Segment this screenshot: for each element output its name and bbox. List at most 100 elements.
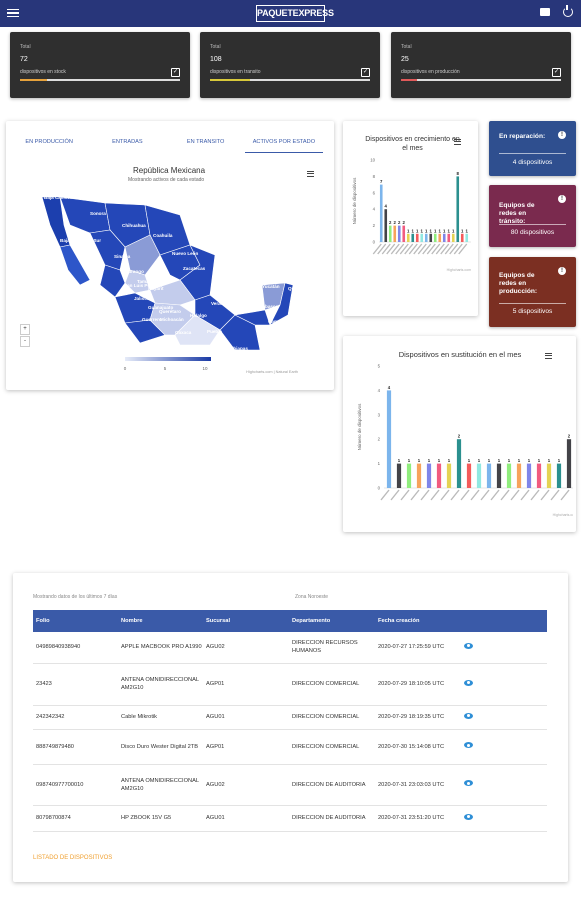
devices-list-link[interactable]: LISTADO DE DISPOSITIVOS	[33, 855, 112, 861]
bar-data-label: 1	[418, 458, 421, 463]
column-header[interactable]: Departamento	[289, 610, 375, 632]
x-tick-label	[426, 243, 436, 255]
mexico-map[interactable]: Baja California Sonora Chihuahua Coahuila Ba…	[30, 185, 300, 375]
bar-data-label: 2	[389, 220, 392, 225]
bar-data-label: 1	[448, 458, 451, 463]
x-tick-label	[386, 243, 396, 255]
table-cell: 2020-07-31 23:03:03 UTC	[375, 764, 461, 806]
chart-bar	[396, 463, 402, 488]
map-state-label: Hidalgo	[190, 313, 207, 318]
map-state-label: Baja California Sur	[60, 238, 101, 243]
column-header[interactable]: Sucursal	[203, 610, 289, 632]
x-tick-label	[520, 489, 530, 501]
map-state-label: Sinaloa	[114, 254, 131, 259]
chart-growth: Número de dispositivos0246810742 2 2 21 1 1 1 1…	[352, 158, 471, 273]
table-cell: ANTENA OMNIDIRECCIONAL AM2G10	[118, 764, 203, 806]
bar-data-label: 8	[457, 171, 460, 176]
zoom-in-button[interactable]: +	[20, 324, 30, 335]
bar-data-label: 1	[468, 458, 471, 463]
map-legend-label: 0	[124, 366, 127, 371]
chart-substitution-title: Dispositivos en sustitución en el mes	[398, 350, 522, 359]
chart-bar	[424, 233, 428, 242]
chart-bar	[546, 463, 552, 488]
table-row[interactable]: 242342342 Cable Mikrotik AGU01 DIRECCION CO…	[33, 705, 547, 730]
chart-bar	[526, 463, 532, 488]
bar-data-label: 4	[388, 385, 391, 390]
zone-label: Zona Noroeste	[295, 594, 329, 600]
map-title: República Mexicana	[133, 166, 206, 175]
tab-entradas[interactable]: ENTRADAS	[88, 135, 166, 153]
chart-bar	[516, 463, 522, 488]
table-row[interactable]: 04989840938940 APPLE MACBOOK PRO A1990 AGU…	[33, 632, 547, 664]
stat-card: Total 25 dispositivos en producción ✓	[391, 32, 571, 98]
x-tick-label	[413, 243, 423, 255]
x-tick-label	[490, 489, 500, 501]
bar-data-label: 1	[508, 458, 511, 463]
column-header[interactable]: Folio	[33, 610, 118, 632]
menu-icon[interactable]	[7, 7, 19, 19]
view-eye-icon[interactable]	[464, 642, 473, 649]
chart-bar	[386, 390, 392, 488]
column-header[interactable]: Fecha creación	[375, 610, 461, 632]
map-state-label: Veracruz	[211, 301, 231, 306]
table-cell: HP ZBOOK 15V G5	[118, 805, 203, 832]
chart-bar	[436, 463, 442, 488]
chart-growth-menu-icon[interactable]	[454, 138, 461, 146]
table-cell: 242342342	[33, 705, 118, 730]
zoom-out-button[interactable]: -	[20, 336, 30, 347]
tab-en-produccion[interactable]: EN PRODUCCIÓN	[10, 135, 88, 153]
chart-bar	[456, 439, 462, 488]
stat-value: 25	[401, 56, 409, 63]
x-tick-label	[450, 489, 460, 501]
divider	[499, 303, 566, 304]
table-row[interactable]: 098740977700010 ANTENA OMNIDIRECCIONAL AM…	[33, 764, 547, 806]
chart-substitution-menu-icon[interactable]	[545, 352, 552, 360]
table-cell: DIRECCION COMERCIAL	[289, 663, 375, 706]
view-eye-icon[interactable]	[464, 813, 473, 820]
table-cell: AGP01	[203, 663, 289, 706]
x-tick-label	[410, 489, 420, 501]
table-cell: 80798700874	[33, 805, 118, 832]
chart-bar	[426, 463, 432, 488]
chart-bar	[506, 463, 512, 488]
table-cell: ANTENA OMNIDIRECCIONAL AM2G10	[118, 663, 203, 706]
tab-activos-por-estado[interactable]: ACTIVOS POR ESTADO	[244, 135, 323, 153]
x-tick-label	[444, 243, 454, 255]
stat-progress	[401, 79, 561, 81]
x-tick-label	[400, 489, 410, 501]
x-tick-label	[435, 243, 445, 255]
map-legend-bar	[125, 357, 211, 361]
stat-value: 72	[20, 56, 28, 63]
bar-data-label: 1	[428, 458, 431, 463]
map-menu-icon[interactable]	[307, 170, 314, 178]
map-state-label: Guerrero	[142, 317, 162, 322]
table-cell: DIRECCION RECURSOS HUMANOS	[289, 632, 375, 664]
info-card-title: Equipos de redes en tránsito:	[499, 202, 535, 225]
mail-icon[interactable]	[540, 8, 550, 16]
chart-credit: Highcharts.com	[447, 268, 471, 272]
view-eye-icon[interactable]	[464, 780, 473, 786]
bar-data-label: 2	[403, 220, 406, 225]
table-row[interactable]: 80798700874 HP ZBOOK 15V G5 AGU01 DIRECCION…	[33, 805, 547, 832]
view-eye-icon[interactable]	[464, 742, 473, 748]
x-tick-label	[390, 489, 400, 501]
map-state-label: Chiapas	[230, 346, 248, 351]
view-eye-icon[interactable]	[464, 679, 473, 686]
chart-bar	[451, 233, 455, 242]
tab-en-transito[interactable]: EN TRANSITO	[167, 135, 245, 153]
table-row[interactable]: 888749879480 Disco Duro Wester Digital 2T…	[33, 729, 547, 765]
view-eye-icon[interactable]	[464, 712, 473, 719]
table-cell: AGU01	[203, 705, 289, 730]
check-icon: ✓	[171, 68, 180, 77]
table-row[interactable]: 23423 ANTENA OMNIDIRECCIONAL AM2G10 AGP01 D…	[33, 663, 547, 706]
power-icon[interactable]	[563, 5, 573, 17]
column-header[interactable]	[461, 610, 547, 632]
table-cell: AGU02	[203, 764, 289, 806]
map-state-label: Puebla	[207, 329, 223, 334]
x-tick-label	[408, 243, 418, 255]
app-logo[interactable]: PAQUETEXPRESS	[256, 5, 334, 22]
stat-subtitle: dispositivos en stock	[20, 69, 66, 75]
bar-data-label: 1	[425, 228, 428, 233]
stat-progress	[210, 79, 370, 81]
column-header[interactable]: Nombre	[118, 610, 203, 632]
